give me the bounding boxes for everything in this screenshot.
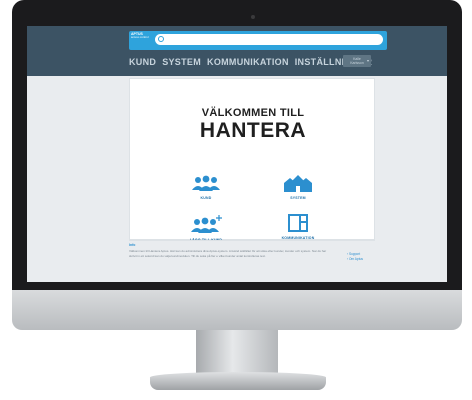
monitor-chin: [12, 290, 462, 330]
add-user-icon: [191, 215, 222, 233]
about-link[interactable]: › Om Aptus: [347, 257, 363, 261]
welcome-title: HANTERA: [199, 119, 307, 142]
monitor-stand-foot: [150, 372, 326, 390]
info-section: Info Välkommen till Hantera Aptus. Här k…: [129, 240, 375, 282]
search-input[interactable]: [155, 34, 383, 45]
buildings-icon: [284, 175, 312, 192]
users-icon: [192, 175, 220, 191]
main-nav: KUND SYSTEM KOMMUNIKATION INSTÄLLNINGAR: [129, 56, 372, 68]
nav-item-system[interactable]: SYSTEM: [162, 56, 201, 68]
tile-lagg-till-kund[interactable]: LÄGG TILL KUND: [181, 215, 231, 242]
logo-subtitle: access control: [131, 36, 149, 39]
logo[interactable]: APTUS access control: [131, 32, 151, 40]
info-title: Info: [129, 243, 136, 247]
camera-icon: [251, 15, 255, 19]
welcome-panel: VÄLKOMMEN TILL HANTERA KUND SYSTEM KOMMU…: [129, 78, 375, 242]
nav-item-kund[interactable]: KUND: [129, 56, 156, 68]
divider: [129, 240, 375, 241]
tile-system-label: SYSTEM: [290, 196, 306, 200]
search-icon[interactable]: [158, 36, 164, 42]
screen: APTUS access control KUND SYSTEM KOMMUNI…: [27, 26, 447, 282]
welcome-heading: VÄLKOMMEN TILL: [201, 107, 305, 119]
top-bar: APTUS access control KUND SYSTEM KOMMUNI…: [27, 26, 447, 76]
tile-kommunikation[interactable]: KOMMUNIKATION: [273, 213, 323, 240]
monitor: APTUS access control KUND SYSTEM KOMMUNI…: [0, 0, 472, 400]
support-link[interactable]: › Support: [347, 252, 360, 256]
tile-kund[interactable]: KUND: [181, 175, 231, 200]
monitor-stand-neck: [196, 330, 278, 374]
communication-icon: [288, 214, 308, 232]
nav-item-kommunikation[interactable]: KOMMUNIKATION: [207, 56, 289, 68]
info-text: Välkommen till Hantera Aptus. Här kan du…: [129, 249, 327, 258]
tile-system[interactable]: SYSTEM: [273, 173, 323, 200]
tile-kund-label: KUND: [200, 196, 212, 200]
chevron-down-icon: ▾: [366, 58, 369, 63]
user-menu-button[interactable]: Kalle Karlsson ▾: [343, 55, 371, 67]
